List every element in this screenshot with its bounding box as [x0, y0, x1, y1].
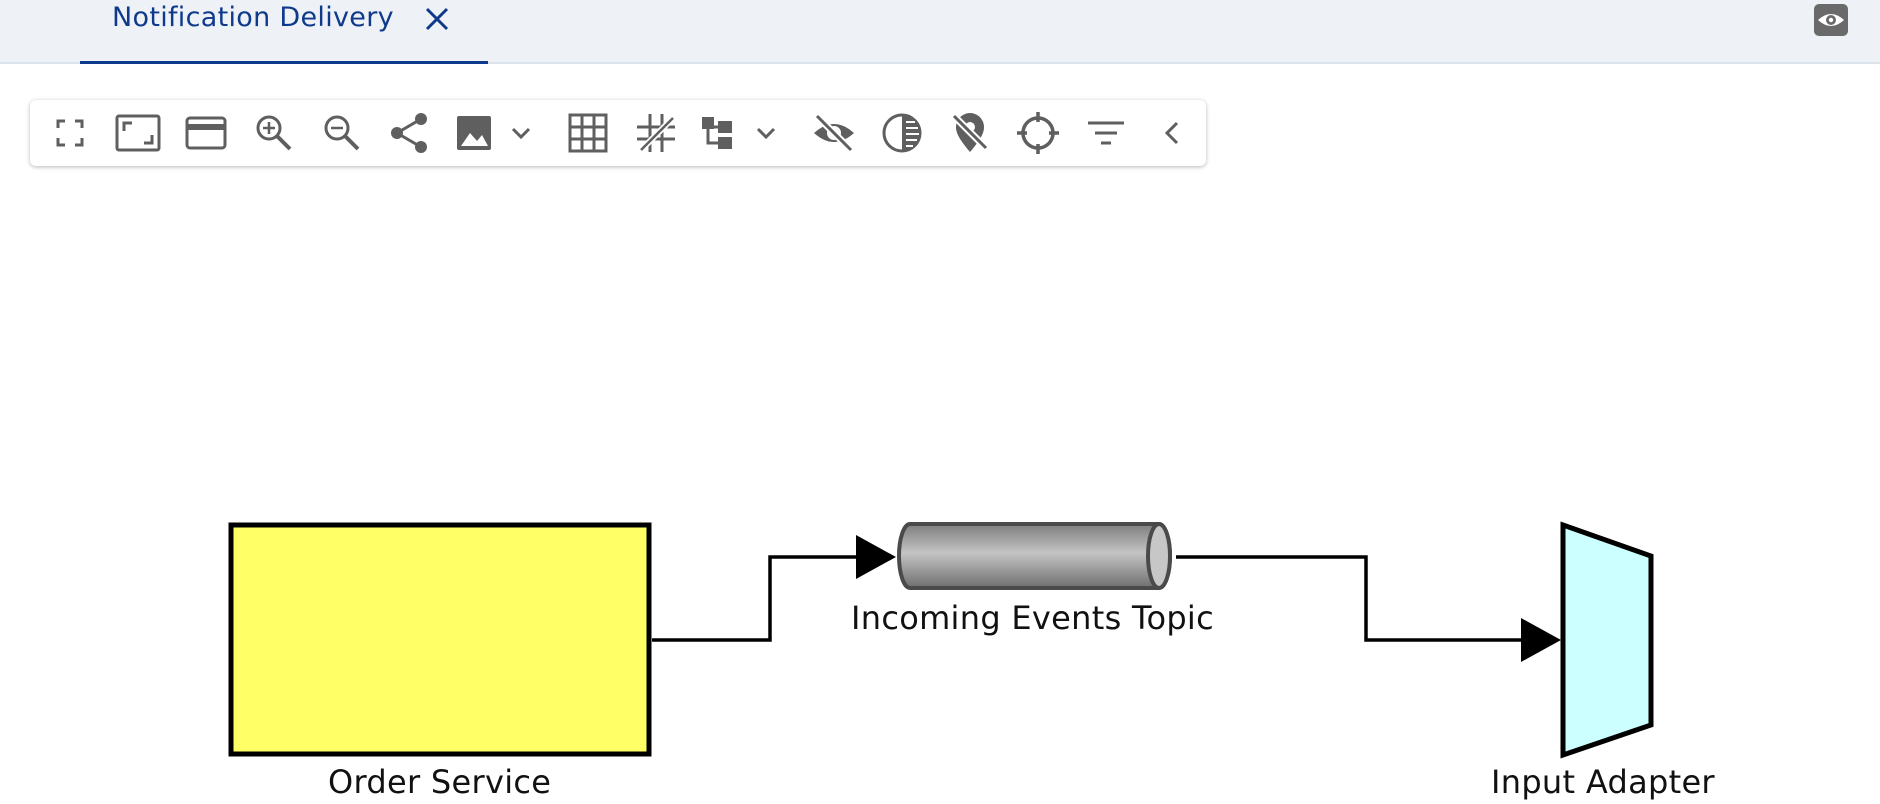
share-button[interactable]	[386, 109, 434, 157]
contrast-button[interactable]	[878, 109, 926, 157]
tab-bar: Notification Delivery	[0, 0, 1880, 64]
fit-to-screen-button[interactable]	[114, 109, 162, 157]
location-off-icon	[951, 113, 989, 152]
crosshair-icon	[1017, 112, 1059, 154]
incoming-events-topic-label: Incoming Events Topic	[851, 599, 1215, 637]
diagram-canvas: Order Service Incoming Events Topic Inpu…	[0, 180, 1880, 804]
fullscreen-icon	[56, 119, 84, 147]
collapse-icon	[1164, 121, 1179, 145]
diagram-toolbar	[30, 100, 1206, 166]
eye-icon[interactable]	[1812, 2, 1850, 38]
image-export-icon	[457, 116, 531, 150]
close-icon[interactable]	[422, 4, 452, 34]
tab-label: Notification Delivery	[112, 2, 394, 33]
zoom-in-icon	[256, 115, 292, 151]
hide-icon	[814, 114, 854, 152]
zoom-in-button[interactable]	[250, 109, 298, 157]
crosshair-button[interactable]	[1014, 109, 1062, 157]
zoom-out-icon	[324, 115, 360, 151]
location-off-button[interactable]	[946, 109, 994, 157]
input-adapter-node[interactable]	[1560, 521, 1654, 759]
filter-button[interactable]	[1082, 109, 1130, 157]
layout-hierarchy-button[interactable]	[698, 109, 782, 157]
layout-hierarchy-icon	[702, 117, 776, 149]
order-service-node[interactable]	[228, 522, 652, 757]
card-view-button[interactable]	[182, 109, 230, 157]
order-service-label: Order Service	[328, 763, 552, 801]
snap-lines-icon	[637, 114, 676, 153]
snap-lines-button[interactable]	[632, 109, 680, 157]
edge-topic-to-input-adapter[interactable]	[1176, 555, 1561, 662]
hide-button[interactable]	[810, 109, 858, 157]
fit-to-screen-icon	[115, 114, 161, 152]
contrast-icon	[882, 113, 922, 153]
zoom-out-button[interactable]	[318, 109, 366, 157]
incoming-events-topic-node[interactable]	[897, 522, 1172, 590]
card-view-icon	[185, 116, 227, 150]
image-export-button[interactable]	[454, 109, 534, 157]
share-icon	[391, 113, 427, 153]
input-adapter-label: Input Adapter	[1491, 763, 1715, 801]
filter-icon	[1088, 121, 1124, 145]
grid-button[interactable]	[564, 109, 612, 157]
collapse-toolbar-button[interactable]	[1148, 109, 1196, 157]
tab-notification-delivery[interactable]: Notification Delivery	[80, 0, 488, 64]
grid-icon	[568, 113, 608, 153]
fullscreen-button[interactable]	[46, 109, 94, 157]
